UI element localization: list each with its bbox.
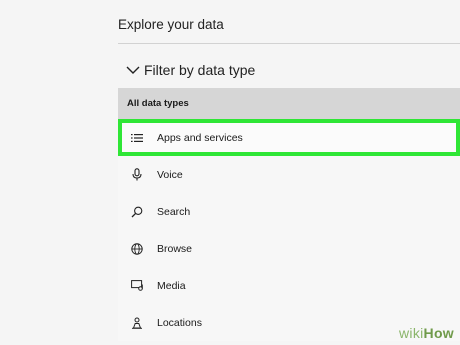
wikihow-watermark: wikiHow: [399, 325, 454, 341]
list-item-label: Locations: [157, 316, 202, 329]
list-item-label: Media: [157, 279, 186, 292]
location-person-icon: [130, 316, 144, 330]
list-item-label: Search: [157, 205, 191, 218]
microphone-icon: [130, 168, 144, 182]
search-icon: [130, 205, 144, 219]
list-item-label: Browse: [157, 242, 193, 255]
media-icon: [130, 279, 144, 293]
watermark-suffix: How: [423, 325, 454, 341]
list-item-search[interactable]: Search: [118, 193, 460, 230]
chevron-down-icon: [125, 63, 141, 77]
divider: [118, 43, 460, 44]
privacy-dashboard: Explore your data Filter by data type Al…: [0, 0, 460, 345]
list-item-media[interactable]: Media: [118, 267, 460, 304]
list-item-label: Apps and services: [157, 131, 243, 144]
list-item-label: All data types: [127, 98, 189, 109]
list-item-voice[interactable]: Voice: [118, 156, 460, 193]
list-item-browse[interactable]: Browse: [118, 230, 460, 267]
list-item-apps-and-services[interactable]: Apps and services: [118, 119, 460, 156]
data-type-list: All data types Apps and services Voice S…: [118, 88, 460, 341]
watermark-prefix: wiki: [399, 325, 424, 341]
list-item-all-data-types[interactable]: All data types: [118, 88, 460, 119]
filter-by-data-type-toggle[interactable]: Filter by data type: [118, 54, 460, 86]
filter-label: Filter by data type: [144, 62, 256, 78]
list-icon: [130, 131, 144, 145]
list-item-label: Voice: [157, 168, 183, 181]
globe-icon: [130, 242, 144, 256]
section-title: Explore your data: [118, 17, 224, 32]
